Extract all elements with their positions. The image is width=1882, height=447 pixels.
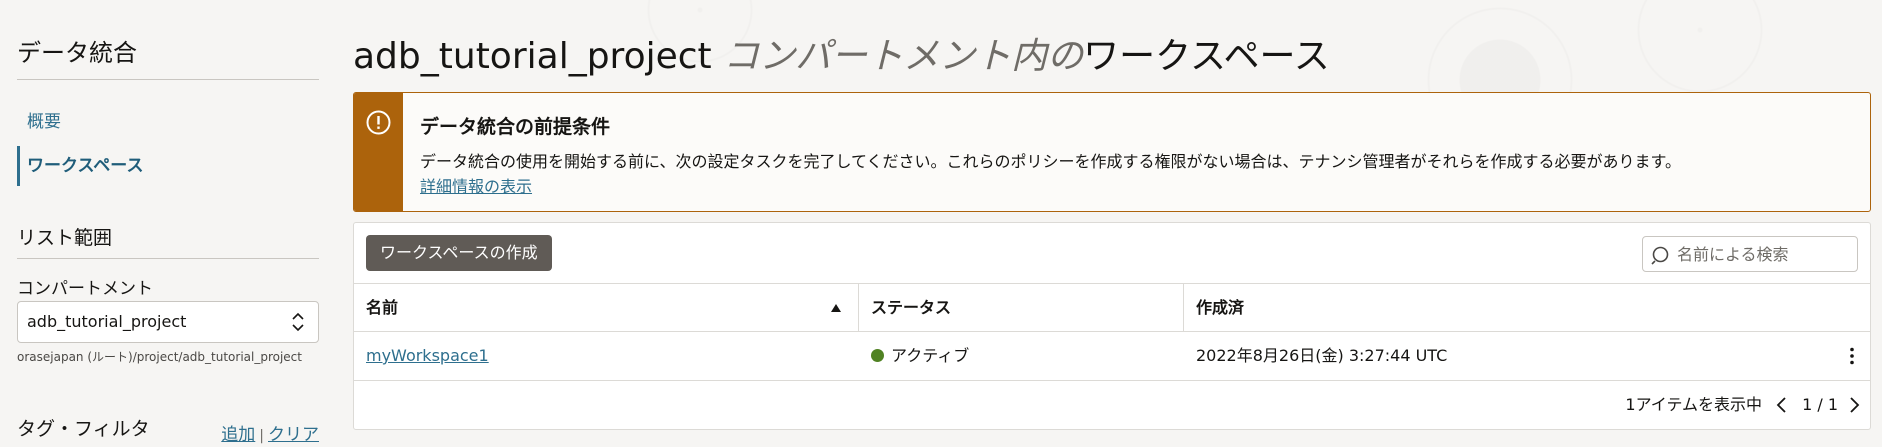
search-input[interactable]	[1677, 237, 1847, 271]
page-title-project: adb_tutorial_project	[353, 36, 712, 77]
cell-name: myWorkspace1	[354, 332, 859, 380]
exclamation-circle-icon	[366, 110, 391, 135]
tag-filter-title: タグ・フィルタ	[17, 418, 150, 440]
item-count-text: 1アイテムを表示中	[1625, 395, 1762, 414]
compartment-label: コンパートメント	[17, 279, 153, 299]
search-box[interactable]	[1642, 236, 1858, 272]
tag-filter-actions: 追加 | クリア	[221, 420, 319, 445]
page-indicator: 1 / 1	[1802, 395, 1838, 414]
column-header-created[interactable]: 作成済	[1184, 284, 1870, 331]
next-page-icon[interactable]	[1846, 396, 1862, 414]
alert-side-bar	[354, 93, 403, 211]
table-footer: 1アイテムを表示中 1 / 1	[354, 381, 1870, 429]
sidebar-item-workspaces[interactable]: ワークスペース	[17, 146, 319, 186]
compartment-path: orasejapan (ルート)/project/adb_tutorial_pr…	[17, 350, 302, 364]
previous-page-icon[interactable]	[1774, 396, 1790, 414]
alert-body: データ統合の使用を開始する前に、次の設定タスクを完了してください。これらのポリシ…	[420, 152, 1681, 171]
cell-status: アクティブ	[859, 332, 1184, 380]
prerequisites-alert: データ統合の前提条件 データ統合の使用を開始する前に、次の設定タスクを完了してく…	[353, 92, 1871, 212]
workspace-name-link[interactable]: myWorkspace1	[366, 346, 489, 365]
alert-more-info-link[interactable]: 詳細情報の表示	[420, 173, 532, 197]
workspaces-panel: ワークスペースの作成 名前 ステータス 作成済 myWorkspace1	[353, 222, 1871, 430]
page-title-tail: ワークスペース	[1083, 36, 1330, 77]
cell-created: 2022年8月26日(金) 3:27:44 UTC	[1196, 346, 1448, 365]
page-title: adb_tutorial_project コンパートメント内のワークスペース	[353, 27, 1330, 79]
sidebar-item-overview[interactable]: 概要	[17, 102, 319, 142]
sidebar-title: データ統合	[17, 39, 137, 67]
table-toolbar: ワークスペースの作成	[354, 223, 1870, 283]
status-active-dot-icon	[871, 349, 884, 362]
compartment-select-value: adb_tutorial_project	[27, 312, 187, 331]
list-scope-title: リスト範囲	[17, 227, 113, 249]
tag-filter-add-link[interactable]: 追加	[221, 425, 255, 445]
compartment-select[interactable]: adb_tutorial_project	[17, 301, 319, 343]
list-scope-divider	[17, 258, 319, 259]
column-header-status[interactable]: ステータス	[859, 284, 1184, 331]
create-workspace-button[interactable]: ワークスペースの作成	[366, 235, 552, 271]
tag-filter-separator: |	[259, 428, 264, 444]
row-actions-kebab-icon[interactable]	[1842, 346, 1862, 366]
column-header-name-label: 名前	[366, 298, 399, 317]
table-header: 名前 ステータス 作成済	[354, 283, 1870, 332]
status-text: アクティブ	[891, 346, 970, 365]
sidebar-divider	[17, 79, 319, 80]
chevron-up-down-icon	[292, 312, 304, 332]
alert-title: データ統合の前提条件	[420, 116, 611, 138]
sort-ascending-icon	[831, 304, 841, 312]
search-icon	[1651, 246, 1669, 265]
tag-filter-clear-link[interactable]: クリア	[268, 425, 319, 445]
page-title-compartment-suffix: コンパートメント内の	[711, 36, 1084, 77]
table-row: myWorkspace1 アクティブ 2022年8月26日(金) 3:27:44…	[354, 332, 1870, 381]
column-header-name[interactable]: 名前	[354, 284, 859, 331]
sidebar: データ統合 概要 ワークスペース リスト範囲 コンパートメント adb_tuto…	[17, 0, 319, 447]
